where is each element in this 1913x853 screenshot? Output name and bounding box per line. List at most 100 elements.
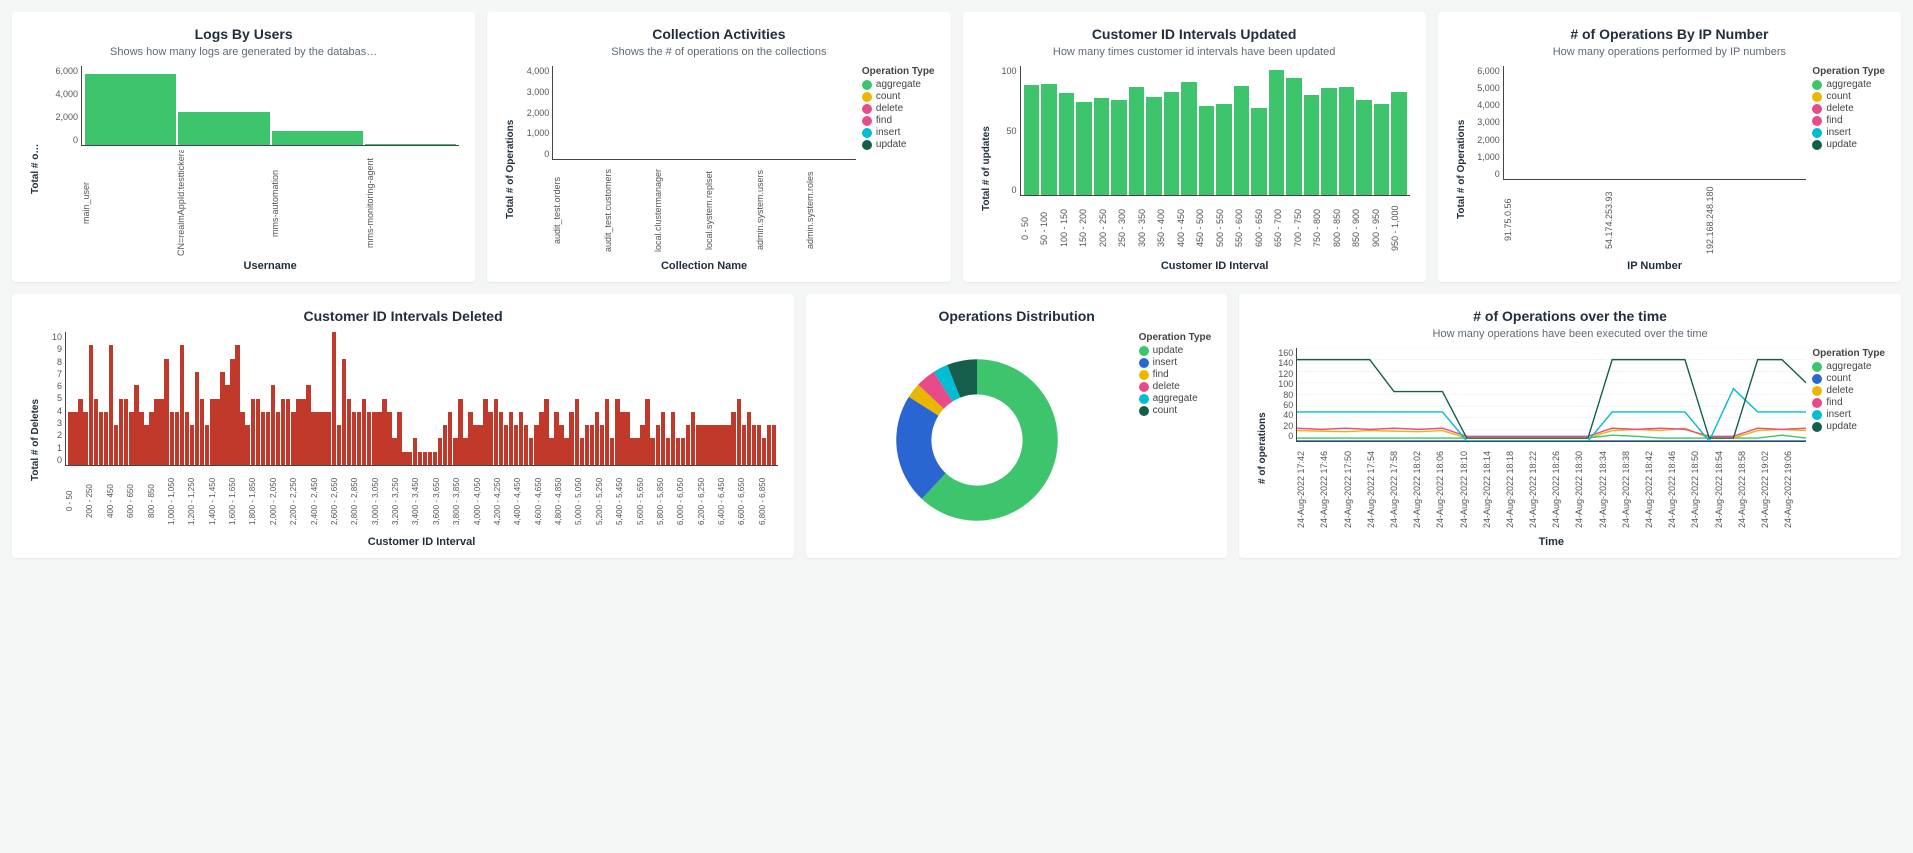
legend-item[interactable]: count <box>1812 91 1885 102</box>
chart-bar[interactable] <box>696 425 700 465</box>
line-series[interactable] <box>1297 389 1806 441</box>
chart-bar[interactable] <box>332 332 336 465</box>
chart-bar[interactable] <box>630 438 634 465</box>
chart-bar[interactable] <box>747 412 751 465</box>
chart-bar[interactable] <box>676 438 680 465</box>
chart-area[interactable]: Total # of Operations 01,0002,0003,0004,… <box>503 66 934 272</box>
chart-bar[interactable] <box>104 412 108 465</box>
chart-bar[interactable] <box>296 399 300 466</box>
chart-bar[interactable] <box>190 425 194 465</box>
chart-bar[interactable] <box>666 438 670 465</box>
chart-bar[interactable] <box>164 359 168 465</box>
chart-bar[interactable] <box>529 438 533 465</box>
legend-item[interactable]: count <box>862 91 935 102</box>
chart-bar[interactable] <box>175 412 179 465</box>
chart-bar[interactable] <box>468 412 472 465</box>
chart-bar[interactable] <box>139 412 143 465</box>
chart-bar[interactable] <box>362 399 366 466</box>
chart-area[interactable]: Total # o… 02,0004,0006,000 main_userCN=… <box>28 66 459 272</box>
legend-item[interactable]: count <box>1812 373 1885 384</box>
legend-item[interactable]: insert <box>1139 357 1212 368</box>
chart-bar[interactable] <box>124 399 128 466</box>
chart-bar[interactable] <box>321 412 325 465</box>
chart-bar[interactable] <box>595 412 599 465</box>
chart-bar[interactable] <box>1269 70 1285 195</box>
chart-bar[interactable] <box>1374 104 1390 195</box>
chart-bar[interactable] <box>1356 100 1372 195</box>
chart-area[interactable]: Total # of Deletes 012345678910 0 - 5020… <box>28 332 778 548</box>
chart-bar[interactable] <box>478 425 482 465</box>
chart-bar[interactable] <box>438 438 442 465</box>
legend-item[interactable]: delete <box>1812 385 1885 396</box>
chart-bar[interactable] <box>170 412 174 465</box>
chart-bar[interactable] <box>671 412 675 465</box>
legend-item[interactable]: update <box>1812 139 1885 150</box>
chart-bar[interactable] <box>772 425 776 465</box>
chart-bar[interactable] <box>129 412 133 465</box>
chart-bar[interactable] <box>494 399 498 466</box>
chart-bar[interactable] <box>1234 86 1250 195</box>
chart-bar[interactable] <box>519 412 523 465</box>
legend-item[interactable]: insert <box>1812 409 1885 420</box>
chart-bar[interactable] <box>1146 97 1162 196</box>
chart-bar[interactable] <box>134 385 138 465</box>
chart-bar[interactable] <box>711 425 715 465</box>
chart-bar[interactable] <box>661 412 665 465</box>
chart-bar[interactable] <box>311 412 315 465</box>
chart-bar[interactable] <box>554 412 558 465</box>
chart-bar[interactable] <box>1024 85 1040 195</box>
chart-bar[interactable] <box>235 345 239 465</box>
legend-item[interactable]: aggregate <box>862 79 935 90</box>
chart-bar[interactable] <box>650 438 654 465</box>
chart-bar[interactable] <box>180 345 184 465</box>
chart-bar[interactable] <box>377 412 381 465</box>
chart-area[interactable]: # of operations 020406080100120140160 24… <box>1255 348 1885 548</box>
chart-bar[interactable] <box>514 425 518 465</box>
chart-bar[interactable] <box>539 412 543 465</box>
chart-bar[interactable] <box>94 399 98 466</box>
chart-bar[interactable] <box>564 438 568 465</box>
chart-bar[interactable] <box>686 425 690 465</box>
chart-bar[interactable] <box>83 412 87 465</box>
chart-bar[interactable] <box>569 412 573 465</box>
chart-bar[interactable] <box>1216 104 1232 195</box>
chart-bar[interactable] <box>316 412 320 465</box>
chart-bar[interactable] <box>271 385 275 465</box>
chart-bar[interactable] <box>89 345 93 465</box>
chart-bar[interactable] <box>256 399 260 466</box>
donut-chart[interactable] <box>822 332 1133 548</box>
chart-bar[interactable] <box>276 412 280 465</box>
chart-bar[interactable] <box>600 425 604 465</box>
chart-bar[interactable] <box>635 438 639 465</box>
chart-bar[interactable] <box>423 452 427 465</box>
chart-bar[interactable] <box>1391 92 1407 195</box>
chart-area[interactable]: Total # of updates 050100 0 - 5050 - 100… <box>979 66 1410 272</box>
chart-bar[interactable] <box>73 412 77 465</box>
chart-bar[interactable] <box>706 425 710 465</box>
chart-bar[interactable] <box>365 144 456 145</box>
chart-area[interactable]: Operation Type updateinsertfinddeleteagg… <box>822 332 1211 548</box>
chart-bar[interactable] <box>504 425 508 465</box>
chart-bar[interactable] <box>640 425 644 465</box>
chart-bar[interactable] <box>488 412 492 465</box>
chart-bar[interactable] <box>306 385 310 465</box>
chart-bar[interactable] <box>590 425 594 465</box>
chart-bar[interactable] <box>625 412 629 465</box>
chart-bar[interactable] <box>413 438 417 465</box>
chart-bar[interactable] <box>726 425 730 465</box>
chart-bar[interactable] <box>342 359 346 465</box>
chart-bar[interactable] <box>549 438 553 465</box>
chart-bar[interactable] <box>68 412 72 465</box>
chart-bar[interactable] <box>286 399 290 466</box>
chart-bar[interactable] <box>701 425 705 465</box>
chart-bar[interactable] <box>1164 92 1180 195</box>
chart-bar[interactable] <box>473 425 477 465</box>
chart-bar[interactable] <box>402 452 406 465</box>
chart-bar[interactable] <box>78 399 82 466</box>
chart-bar[interactable] <box>656 425 660 465</box>
chart-bar[interactable] <box>357 412 361 465</box>
chart-bar[interactable] <box>1094 98 1110 195</box>
chart-bar[interactable] <box>397 412 401 465</box>
chart-bar[interactable] <box>1076 102 1092 195</box>
chart-bar[interactable] <box>210 399 214 466</box>
